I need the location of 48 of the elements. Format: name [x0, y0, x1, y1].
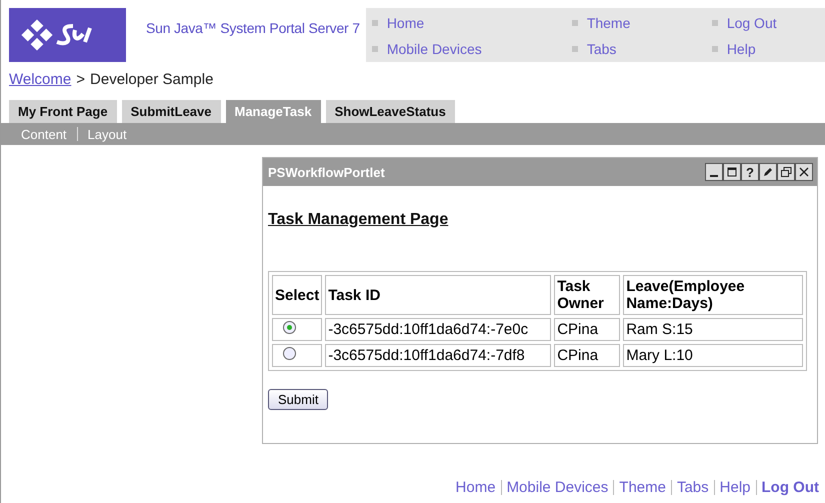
- tab[interactable]: ManageTask: [226, 100, 321, 123]
- footer-link[interactable]: Help: [720, 478, 751, 496]
- column-header: Select: [272, 275, 322, 315]
- radio-button[interactable]: [283, 347, 296, 360]
- pencil-icon: [763, 167, 773, 177]
- radio-button[interactable]: [283, 321, 296, 334]
- table-cell: CPina: [554, 344, 620, 367]
- close-icon: [799, 167, 809, 177]
- breadcrumb-separator: >: [76, 71, 86, 90]
- portlet-title: PSWorkflowPortlet: [268, 164, 385, 180]
- nav-link[interactable]: Log Out: [712, 10, 825, 36]
- footer-link[interactable]: Mobile Devices: [506, 478, 608, 496]
- submit-button[interactable]: Submit: [268, 389, 328, 410]
- nav-link[interactable]: Tabs: [572, 36, 712, 62]
- breadcrumb-link[interactable]: Welcome: [9, 71, 72, 100]
- footer-link[interactable]: Log Out: [762, 478, 819, 496]
- minimize-icon: [710, 175, 718, 177]
- table-cell: -3c6575dd:10ff1da6d74:-7e0c: [325, 318, 552, 341]
- maximize-button[interactable]: [723, 163, 741, 181]
- restore-icon: [780, 167, 792, 177]
- table-cell: Mary L:10: [623, 344, 803, 367]
- column-header: Task Owner: [554, 275, 620, 315]
- nav-link[interactable]: Help: [712, 36, 825, 62]
- table-cell: -3c6575dd:10ff1da6d74:-7df8: [325, 344, 552, 367]
- table-cell: CPina: [554, 318, 620, 341]
- nav-link[interactable]: Theme: [572, 10, 712, 36]
- help-button[interactable]: ?: [741, 163, 759, 181]
- tab[interactable]: SubmitLeave: [122, 100, 220, 123]
- subtab-link[interactable]: Layout: [88, 126, 127, 142]
- subtab-link[interactable]: Content: [21, 126, 67, 142]
- maximize-icon: [727, 167, 737, 177]
- column-header: Leave(Employee Name:Days): [623, 275, 803, 315]
- tab[interactable]: ShowLeaveStatus: [326, 100, 455, 123]
- nav-link[interactable]: Home: [372, 10, 572, 36]
- portal-title: Sun Java™ System Portal Server 7: [146, 20, 360, 36]
- table-cell: Ram S:15: [623, 318, 803, 341]
- footer-link[interactable]: Home: [456, 478, 496, 496]
- nav-link[interactable]: Mobile Devices: [372, 36, 572, 62]
- page-heading: Task Management Page: [268, 211, 448, 229]
- restore-button[interactable]: [777, 163, 795, 181]
- footer-link[interactable]: Tabs: [676, 478, 709, 496]
- close-button[interactable]: [795, 163, 813, 181]
- breadcrumb-current: Developer Sample: [90, 71, 214, 90]
- edit-button[interactable]: [759, 163, 777, 181]
- column-header: Task ID: [325, 275, 552, 315]
- minimize-button[interactable]: [705, 163, 723, 181]
- tab[interactable]: My Front Page: [9, 100, 117, 123]
- footer-link[interactable]: Theme: [619, 478, 666, 496]
